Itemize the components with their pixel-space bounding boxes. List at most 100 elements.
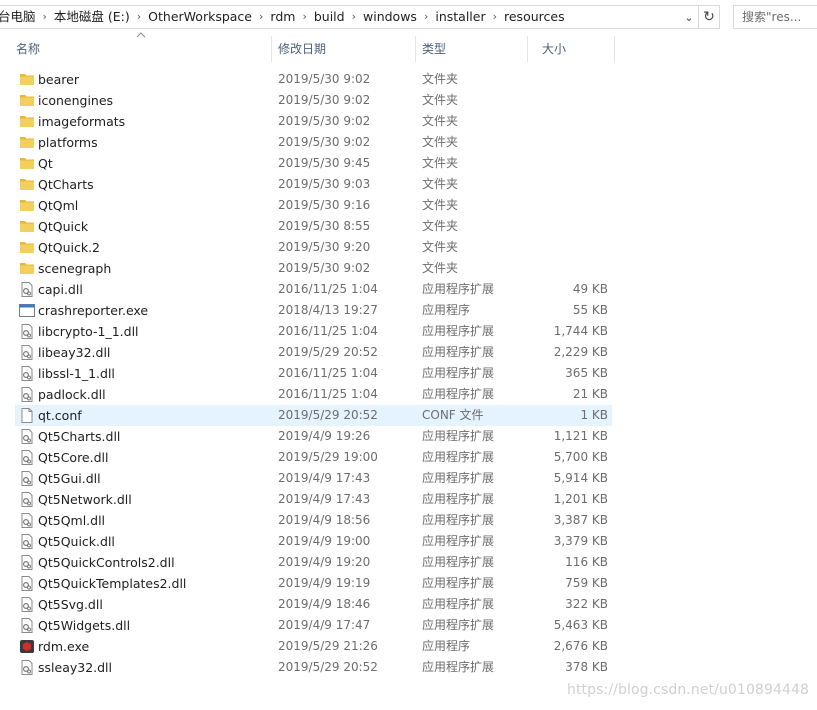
file-row[interactable]: rdm.exe 2019/5/29 21:26 应用程序 2,676 KB	[15, 636, 612, 657]
file-size: 21 KB	[572, 387, 608, 401]
file-name: Qt5Core.dll	[38, 450, 109, 465]
dll-icon	[19, 618, 35, 633]
folder-icon	[19, 219, 35, 234]
file-row[interactable]: padlock.dll 2016/11/25 1:04 应用程序扩展 21 KB	[15, 384, 612, 405]
file-type: 文件夹	[422, 198, 459, 212]
file-row[interactable]: platforms 2019/5/30 9:02 文件夹	[15, 132, 612, 153]
file-row[interactable]: Qt5QuickTemplates2.dll 2019/4/9 19:19 应用程序…	[15, 573, 612, 594]
chevron-down-icon[interactable]: ⌄	[680, 6, 698, 28]
file-name: Qt5Charts.dll	[38, 429, 121, 444]
file-name: libeay32.dll	[38, 345, 111, 360]
breadcrumb-item[interactable]: installer	[431, 6, 489, 28]
refresh-button[interactable]: ↻	[699, 5, 720, 29]
file-explorer: 台电脑 › 本地磁盘 (E:) › OtherWorkspace › rdm › build › w…	[0, 0, 817, 710]
breadcrumb-item[interactable]: windows	[359, 6, 421, 28]
breadcrumb-item[interactable]: build	[310, 6, 349, 28]
file-size: 5,700 KB	[553, 450, 608, 464]
file-date: 2019/4/9 19:26	[278, 429, 371, 443]
file-row[interactable]: QtQuick 2019/5/30 8:55 文件夹	[15, 216, 612, 237]
column-header-size[interactable]: 大小	[536, 34, 614, 64]
file-row[interactable]: Qt5Gui.dll 2019/4/9 17:43 应用程序扩展 5,914 KB	[15, 468, 612, 489]
search-input[interactable]: 搜索"res...	[733, 5, 817, 29]
file-row[interactable]: QtQuick.2 2019/5/30 9:20 文件夹	[15, 237, 612, 258]
file-row[interactable]: Qt5Qml.dll 2019/4/9 18:56 应用程序扩展 3,387 KB	[15, 510, 612, 531]
file-row[interactable]: Qt5Widgets.dll 2019/4/9 17:47 应用程序扩展 5,463 …	[15, 615, 612, 636]
file-row[interactable]: Qt5Quick.dll 2019/4/9 19:00 应用程序扩展 3,379 KB	[15, 531, 612, 552]
file-row[interactable]: Qt5Svg.dll 2019/4/9 18:46 应用程序扩展 322 KB	[15, 594, 612, 615]
watermark: https://blog.csdn.net/u010894448	[567, 682, 809, 698]
file-size: 2,229 KB	[553, 345, 608, 359]
file-row[interactable]: libcrypto-1_1.dll 2016/11/25 1:04 应用程序扩展 1,…	[15, 321, 612, 342]
breadcrumb-item[interactable]: resources	[500, 6, 569, 28]
file-size	[496, 112, 608, 131]
file-name: padlock.dll	[38, 387, 106, 402]
file-row[interactable]: iconengines 2019/5/30 9:02 文件夹	[15, 90, 612, 111]
breadcrumb-item[interactable]: rdm	[266, 6, 299, 28]
chevron-right-icon[interactable]: ›	[40, 6, 50, 28]
file-row[interactable]: Qt5Charts.dll 2019/4/9 19:26 应用程序扩展 1,121 K…	[15, 426, 612, 447]
file-date: 2018/4/13 19:27	[278, 303, 378, 317]
dll-icon	[19, 576, 35, 591]
file-row[interactable]: Qt5Network.dll 2019/4/9 17:43 应用程序扩展 1,201 …	[15, 489, 612, 510]
chevron-right-icon[interactable]: ›	[299, 6, 309, 28]
chevron-right-icon[interactable]: ›	[256, 6, 266, 28]
dll-icon	[19, 660, 35, 675]
file-size	[496, 70, 608, 89]
file-type: 应用程序	[422, 639, 471, 653]
chevron-right-icon[interactable]: ›	[490, 6, 500, 28]
folder-icon	[19, 72, 35, 87]
address-row: 台电脑 › 本地磁盘 (E:) › OtherWorkspace › rdm › build › w…	[0, 0, 817, 34]
file-row[interactable]: imageformats 2019/5/30 9:02 文件夹	[15, 111, 612, 132]
file-name: libcrypto-1_1.dll	[38, 324, 139, 339]
address-bar[interactable]: 台电脑 › 本地磁盘 (E:) › OtherWorkspace › rdm › build › w…	[0, 5, 699, 29]
file-date: 2019/4/9 18:46	[278, 597, 371, 611]
file-type: 应用程序扩展	[422, 366, 495, 380]
file-type: 文件夹	[422, 135, 459, 149]
breadcrumb-item[interactable]: 本地磁盘 (E:)	[50, 6, 134, 28]
file-type: 文件夹	[422, 156, 459, 170]
file-name: QtQml	[38, 198, 79, 213]
file-date: 2016/11/25 1:04	[278, 387, 378, 401]
file-date: 2016/11/25 1:04	[278, 282, 378, 296]
chevron-right-icon[interactable]: ›	[134, 6, 144, 28]
file-row[interactable]: crashreporter.exe 2018/4/13 19:27 应用程序 55 K…	[15, 300, 612, 321]
file-type: 应用程序扩展	[422, 471, 495, 485]
file-row[interactable]: Qt5QuickControls2.dll 2019/4/9 19:20 应用程序扩…	[15, 552, 612, 573]
file-row[interactable]: qt.conf 2019/5/29 20:52 CONF 文件 1 KB	[15, 405, 612, 426]
breadcrumb-item[interactable]: OtherWorkspace	[144, 6, 256, 28]
exe-icon	[19, 303, 35, 318]
file-row[interactable]: Qt5Core.dll 2019/5/29 19:00 应用程序扩展 5,700 KB	[15, 447, 612, 468]
file-row[interactable]: libeay32.dll 2019/5/29 20:52 应用程序扩展 2,229 K…	[15, 342, 612, 363]
column-header-type[interactable]: 类型	[416, 34, 526, 64]
breadcrumb-item[interactable]: 台电脑	[0, 6, 40, 28]
file-row[interactable]: bearer 2019/5/30 9:02 文件夹	[15, 69, 612, 90]
file-type: 文件夹	[422, 177, 459, 191]
file-name: imageformats	[38, 114, 126, 129]
file-date: 2019/4/9 17:43	[278, 471, 371, 485]
folder-icon	[19, 240, 35, 255]
file-row[interactable]: capi.dll 2016/11/25 1:04 应用程序扩展 49 KB	[15, 279, 612, 300]
file-type: 文件夹	[422, 93, 459, 107]
column-header-date[interactable]: 修改日期	[272, 34, 414, 64]
file-row[interactable]: libssl-1_1.dll 2016/11/25 1:04 应用程序扩展 365 K…	[15, 363, 612, 384]
file-name: iconengines	[38, 93, 114, 108]
file-type: 应用程序扩展	[422, 513, 495, 527]
file-name: libssl-1_1.dll	[38, 366, 115, 381]
file-row[interactable]: ssleay32.dll 2019/5/29 20:52 应用程序扩展 378 KB	[15, 657, 612, 678]
file-date: 2019/5/29 20:52	[278, 345, 378, 359]
file-row[interactable]: QtQml 2019/5/30 9:16 文件夹	[15, 195, 612, 216]
file-type: 应用程序扩展	[422, 387, 495, 401]
file-date: 2019/4/9 19:20	[278, 555, 371, 569]
file-row[interactable]: scenegraph 2019/5/30 9:02 文件夹	[15, 258, 612, 279]
column-divider[interactable]	[527, 36, 528, 62]
file-row[interactable]: QtCharts 2019/5/30 9:03 文件夹	[15, 174, 612, 195]
file-size: 1,744 KB	[553, 324, 608, 338]
file-size	[496, 217, 608, 236]
column-header-name[interactable]: 名称	[10, 34, 270, 64]
file-type: 文件夹	[422, 114, 459, 128]
file-row[interactable]: Qt 2019/5/30 9:45 文件夹	[15, 153, 612, 174]
chevron-right-icon[interactable]: ›	[349, 6, 359, 28]
chevron-right-icon[interactable]: ›	[421, 6, 431, 28]
file-type: 应用程序扩展	[422, 282, 495, 296]
column-divider[interactable]	[614, 36, 615, 62]
